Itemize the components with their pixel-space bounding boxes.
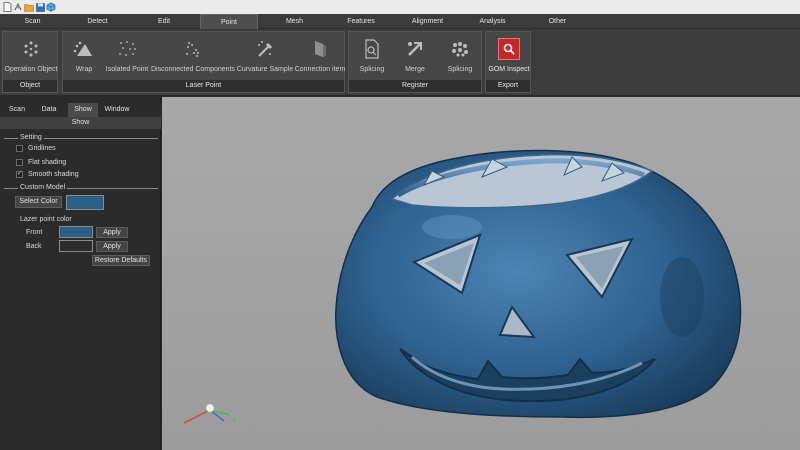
group-label-register: Register [349, 80, 481, 92]
pumpkin-model[interactable]: Y [162, 97, 800, 450]
new-file-icon[interactable] [2, 2, 12, 12]
gridlines-checkbox[interactable] [16, 144, 23, 152]
connection-item-button[interactable]: Connection item [294, 34, 346, 78]
gom-inspect-button[interactable]: GOM Inspect [486, 34, 532, 78]
group-label-export: Export [486, 80, 530, 92]
ribbon-group-register: Splicing Merge Splicing Register [348, 31, 482, 93]
dots-circle-icon [20, 38, 42, 60]
flat-shading-checkbox[interactable] [16, 158, 23, 166]
splicing-doc-icon [361, 38, 383, 60]
ribbon: Operation Object Object Wrap Isolated Po… [0, 29, 800, 95]
select-color-button[interactable]: Select Color [15, 196, 62, 208]
smooth-shading-label: Smooth shading [28, 170, 79, 178]
operation-object-button[interactable]: Operation Object [3, 34, 59, 78]
y-axis-label: Y [232, 418, 237, 425]
side-panel: Scan Data Show Window Show Setting Gridl… [0, 97, 161, 450]
back-label: Back [26, 243, 42, 250]
smooth-shading-option[interactable]: ✓ Smooth shading [16, 169, 79, 179]
panel-tab-data[interactable]: Data [34, 103, 64, 117]
disconnected-components-button[interactable]: Disconnected Components [150, 34, 236, 78]
smooth-shading-checkbox[interactable]: ✓ [16, 170, 23, 178]
splicing-label-1: Splicing [359, 66, 385, 73]
curvature-sample-label: Curvature Sample [236, 66, 294, 73]
disconnected-components-label: Disconnected Components [150, 66, 236, 73]
wrap-button[interactable]: Wrap [66, 34, 102, 78]
group-label-object: Object [3, 80, 57, 92]
merge-label: Merge [405, 66, 425, 73]
custom-model-section: Custom Model [4, 184, 158, 192]
import-icon[interactable] [13, 2, 23, 12]
tab-mesh[interactable]: Mesh [262, 14, 327, 29]
panel-header: Show [0, 117, 161, 129]
merge-button[interactable]: Merge [397, 34, 433, 78]
splicing-label-2: Splicing [447, 66, 473, 73]
connection-item-icon [309, 38, 331, 60]
curvature-sample-button[interactable]: Curvature Sample [236, 34, 294, 78]
splicing-dots-icon [449, 38, 471, 60]
isolated-point-button[interactable]: Isolated Point [105, 34, 149, 78]
panel-tabs: Scan Data Show Window [0, 103, 161, 117]
panel-tab-scan[interactable]: Scan [2, 103, 32, 117]
tab-alignment[interactable]: Alignment [395, 14, 460, 29]
isolated-point-icon [116, 38, 138, 60]
tab-edit[interactable]: Edit [130, 14, 198, 29]
gom-search-icon [498, 38, 520, 60]
flat-shading-option[interactable]: Flat shading [16, 157, 66, 167]
axis-gizmo: Y [183, 403, 237, 425]
setting-section: Setting [4, 134, 158, 142]
wrap-icon [73, 38, 95, 60]
save-icon[interactable] [35, 2, 45, 12]
panel-tab-window[interactable]: Window [100, 103, 134, 117]
isolated-point-label: Isolated Point [105, 66, 149, 73]
open-folder-icon[interactable] [24, 2, 34, 12]
setting-title: Setting [18, 134, 44, 142]
splicing-button-2[interactable]: Splicing [441, 34, 479, 78]
back-apply-button[interactable]: Apply [96, 241, 128, 252]
operation-object-label: Operation Object [4, 66, 58, 73]
splicing-button-1[interactable]: Splicing [353, 34, 391, 78]
group-label-laser-point: Laser Point [63, 80, 344, 92]
front-apply-button[interactable]: Apply [96, 227, 128, 238]
custom-model-title: Custom Model [18, 184, 68, 192]
ribbon-group-export: GOM Inspect Export [485, 31, 531, 93]
cube-icon[interactable] [46, 2, 56, 12]
quick-access-toolbar [0, 0, 800, 14]
ribbon-group-laser-point: Wrap Isolated Point Disconnected Compone… [62, 31, 345, 93]
gridlines-label: Gridlines [28, 144, 56, 152]
wrap-label: Wrap [75, 66, 93, 73]
menu-tabs: Scan Detect Edit Point Mesh Features Ali… [0, 14, 800, 29]
tab-analysis[interactable]: Analysis [460, 14, 525, 29]
ribbon-group-object: Operation Object Object [2, 31, 58, 93]
gom-inspect-label: GOM Inspect [488, 66, 530, 73]
front-label: Front [26, 229, 43, 236]
back-color-swatch[interactable] [59, 240, 93, 252]
tab-scan[interactable]: Scan [0, 14, 65, 29]
model-color-swatch[interactable] [66, 195, 104, 210]
tab-point[interactable]: Point [200, 14, 258, 29]
gridlines-option[interactable]: Gridlines [16, 143, 56, 153]
tab-features[interactable]: Features [327, 14, 395, 29]
connection-item-label: Connection item [294, 66, 346, 73]
tab-other[interactable]: Other [525, 14, 590, 29]
tab-detect[interactable]: Detect [65, 14, 130, 29]
restore-defaults-button[interactable]: Restore Defaults [92, 255, 150, 266]
front-color-swatch[interactable] [59, 226, 93, 238]
panel-tab-show[interactable]: Show [68, 103, 98, 117]
3d-viewport[interactable]: Y [162, 97, 800, 450]
disconnected-components-icon [182, 38, 204, 60]
lazer-point-color-title: Lazer point color [20, 216, 72, 223]
curvature-sample-icon [254, 38, 276, 60]
merge-icon [404, 38, 426, 60]
flat-shading-label: Flat shading [28, 158, 67, 166]
